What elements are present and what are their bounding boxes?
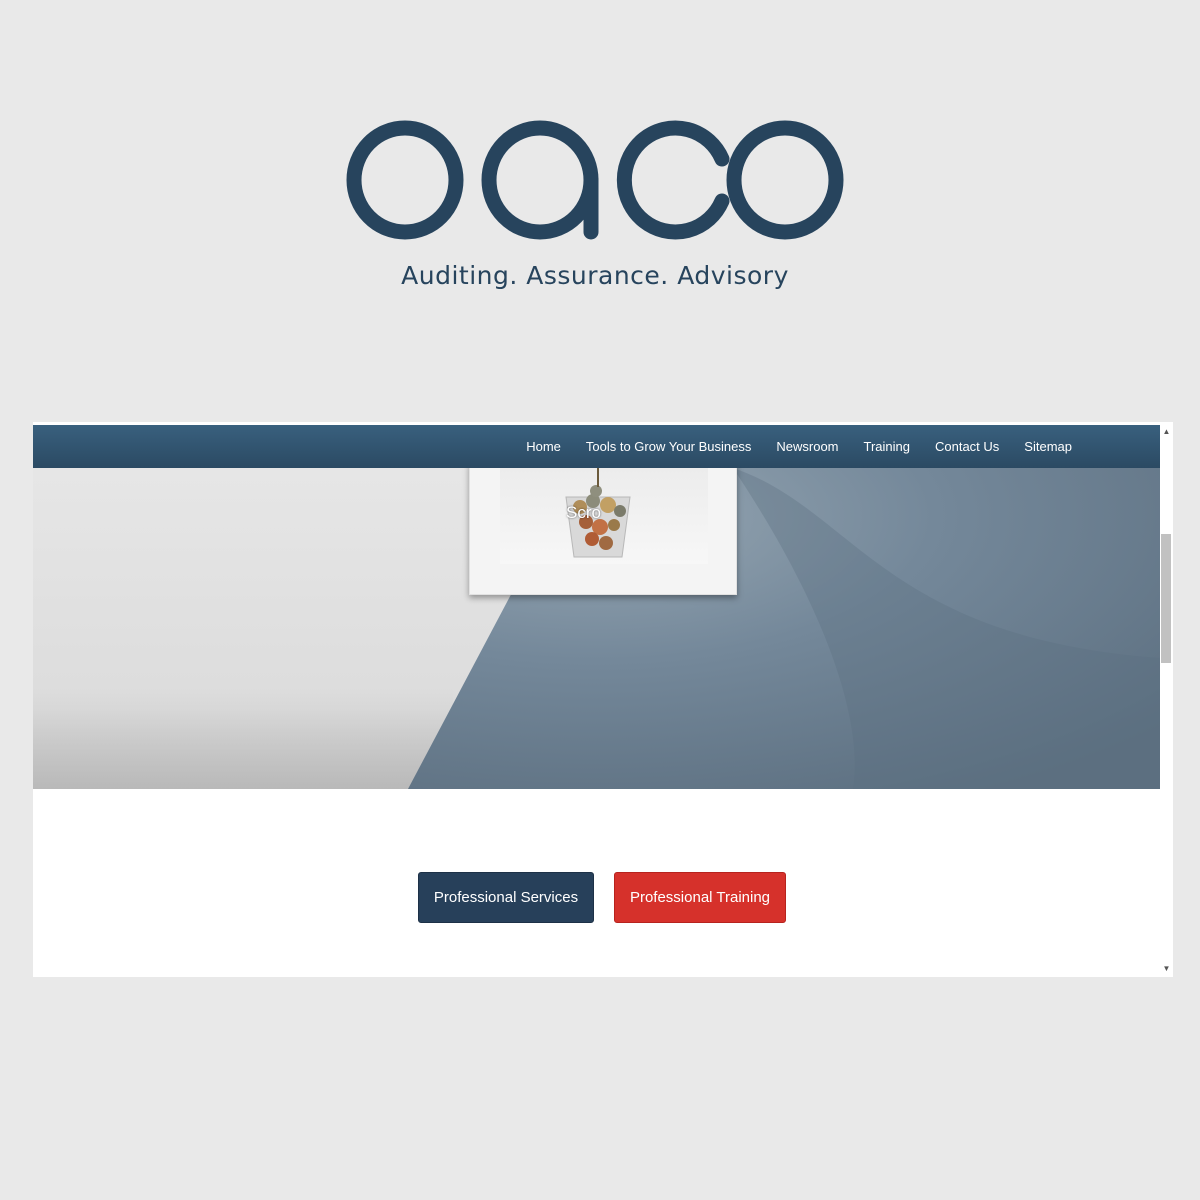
coin-jar-icon bbox=[565, 468, 631, 558]
professional-training-button[interactable]: Professional Training bbox=[614, 872, 786, 923]
scrollbar-thumb[interactable] bbox=[1161, 534, 1171, 663]
nav-item-training[interactable]: Training bbox=[864, 439, 910, 454]
nav-item-contact[interactable]: Contact Us bbox=[935, 439, 999, 454]
hero-picture-frame: Scro bbox=[469, 468, 737, 595]
nav-item-home[interactable]: Home bbox=[526, 439, 561, 454]
scroll-up-arrow-icon[interactable]: ▲ bbox=[1160, 425, 1173, 439]
cta-buttons: Professional Services Professional Train… bbox=[33, 872, 1160, 924]
coin-jar-image bbox=[500, 468, 708, 564]
page: Auditing. Assurance. Advisory Home Tools… bbox=[0, 0, 1200, 1200]
hero-banner: Scro bbox=[33, 468, 1160, 789]
professional-services-button[interactable]: Professional Services bbox=[418, 872, 594, 923]
nav-item-newsroom[interactable]: Newsroom bbox=[776, 439, 838, 454]
tagline: Auditing. Assurance. Advisory bbox=[401, 261, 789, 290]
hero-scroll-text: Scro bbox=[566, 503, 601, 522]
brand-logo: Auditing. Assurance. Advisory bbox=[340, 105, 860, 305]
scroll-down-arrow-icon[interactable]: ▼ bbox=[1160, 962, 1173, 976]
vertical-scrollbar[interactable]: ▲ ▼ bbox=[1160, 422, 1173, 977]
nav-item-sitemap[interactable]: Sitemap bbox=[1024, 439, 1072, 454]
main-navigation: Home Tools to Grow Your Business Newsroo… bbox=[33, 425, 1160, 468]
embedded-site-frame: Home Tools to Grow Your Business Newsroo… bbox=[33, 422, 1173, 977]
oaco-logo-mark bbox=[346, 120, 844, 240]
nav-item-tools[interactable]: Tools to Grow Your Business bbox=[586, 439, 751, 454]
